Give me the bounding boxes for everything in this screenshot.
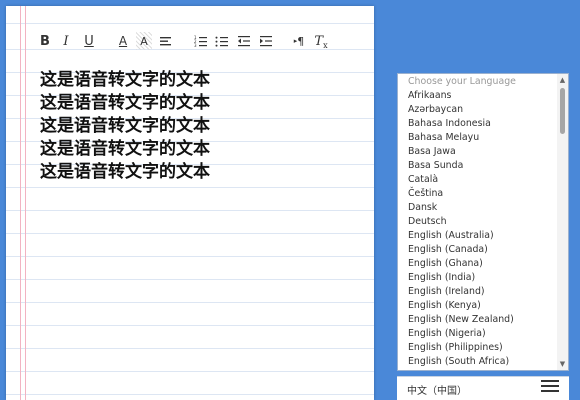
clear-x-icon: x [323, 40, 328, 50]
selected-language[interactable]: 中文（中国） [407, 382, 467, 397]
language-option[interactable]: English (South Africa) [398, 355, 556, 369]
language-option[interactable]: Bahasa Indonesia [398, 117, 556, 131]
italic-button[interactable]: I [58, 32, 74, 50]
align-button[interactable] [158, 32, 174, 50]
language-option[interactable]: Afrikaans [398, 89, 556, 103]
clear-format-button[interactable]: Tx [313, 32, 329, 50]
bullet-list-icon [215, 36, 228, 47]
text-line: 这是语音转文字的文本 [40, 70, 210, 90]
language-scrollbar[interactable]: ▲ ▼ [557, 74, 568, 370]
language-placeholder: Choose your Language [408, 76, 516, 87]
bold-button[interactable]: B [37, 32, 53, 50]
language-option[interactable]: English (New Zealand) [398, 313, 556, 327]
scroll-thumb[interactable] [560, 88, 565, 134]
pilcrow-icon: ¶ [297, 34, 305, 48]
ordered-list-button[interactable]: 123 [193, 32, 209, 50]
indent-button[interactable] [258, 32, 274, 50]
formatting-toolbar: B I U A A 123 ▸ ¶ Tx [6, 32, 374, 50]
underline-button[interactable]: U [81, 32, 97, 50]
language-option[interactable]: Azərbaycan [398, 103, 556, 117]
text-line: 这是语音转文字的文本 [40, 162, 210, 182]
language-option[interactable]: Čeština [398, 187, 556, 201]
language-options: Choose your Language Afrikaans Azərbayca… [398, 75, 556, 369]
language-option[interactable]: English (Kenya) [398, 299, 556, 313]
language-option[interactable]: English (India) [398, 271, 556, 285]
menu-bar [541, 380, 559, 382]
highlight-button[interactable]: A [136, 32, 152, 50]
scroll-down-icon[interactable]: ▼ [559, 361, 566, 368]
language-option[interactable]: English (Philippines) [398, 341, 556, 355]
language-option[interactable]: Dansk [398, 201, 556, 215]
language-option[interactable]: Deutsch [398, 215, 556, 229]
outdent-button[interactable] [236, 32, 252, 50]
bullet-list-button[interactable] [214, 32, 230, 50]
language-option[interactable]: English (Ireland) [398, 285, 556, 299]
text-line: 这是语音转文字的文本 [40, 116, 210, 136]
notebook-page: B I U A A 123 ▸ ¶ Tx 这是语音转文字的文本 这是语音转文字的文… [6, 6, 374, 400]
language-option[interactable]: English (Australia) [398, 229, 556, 243]
menu-bar [541, 390, 559, 392]
align-left-icon [160, 37, 171, 46]
speech-text-editor[interactable]: 这是语音转文字的文本 这是语音转文字的文本 这是语音转文字的文本 这是语音转文字… [40, 69, 360, 184]
text-line: 这是语音转文字的文本 [40, 93, 210, 113]
language-option[interactable]: Basa Jawa [398, 145, 556, 159]
language-option[interactable]: Basa Sunda [398, 159, 556, 173]
language-option[interactable]: English (Ghana) [398, 257, 556, 271]
outdent-icon [238, 36, 250, 47]
language-option[interactable]: English (Canada) [398, 243, 556, 257]
language-listbox[interactable]: Choose your Language Afrikaans Azərbayca… [397, 73, 569, 371]
hamburger-menu-icon[interactable] [541, 380, 559, 396]
svg-text:3: 3 [194, 43, 197, 48]
ordered-list-icon: 123 [194, 35, 207, 48]
clear-format-icon: T [314, 33, 324, 49]
font-color-button[interactable]: A [115, 32, 131, 50]
scroll-up-icon[interactable]: ▲ [559, 77, 566, 84]
language-option[interactable]: English (Nigeria) [398, 327, 556, 341]
language-bar: 中文（中国） [397, 376, 569, 400]
text-line: 这是语音转文字的文本 [40, 139, 210, 159]
language-option[interactable]: Bahasa Melayu [398, 131, 556, 145]
menu-bar [541, 385, 559, 387]
text-direction-button[interactable]: ▸ ¶ [291, 32, 307, 50]
language-option[interactable]: Català [398, 173, 556, 187]
indent-icon [260, 36, 272, 47]
